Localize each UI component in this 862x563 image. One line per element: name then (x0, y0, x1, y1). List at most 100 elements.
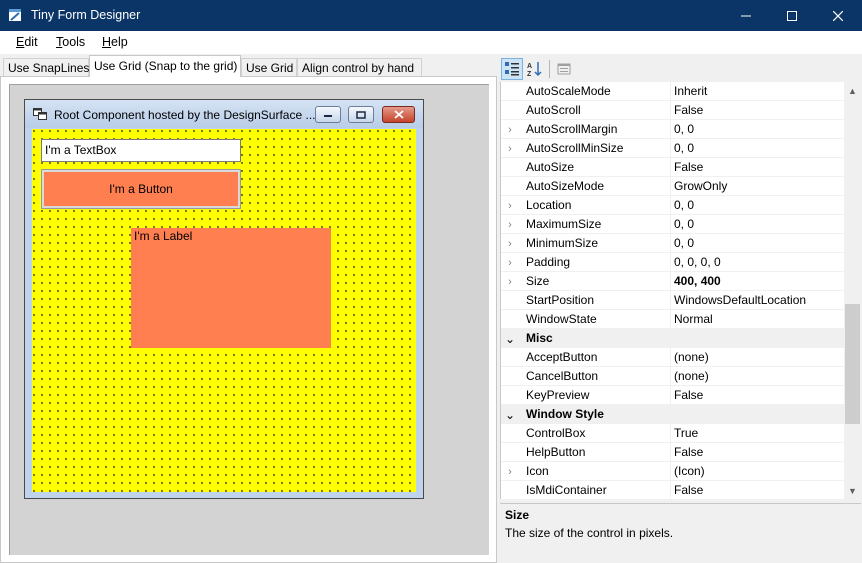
sample-textbox[interactable]: I'm a TextBox (41, 139, 241, 162)
tab-align-by-hand[interactable]: Align control by hand (297, 58, 422, 77)
property-row[interactable]: › MinimumSize 0, 0 (501, 234, 844, 253)
collapse-chevron-icon[interactable]: ⌄ (501, 405, 519, 424)
column-divider[interactable] (670, 234, 671, 253)
minimize-button[interactable] (723, 0, 769, 31)
scroll-down-arrow-icon[interactable]: ▼ (844, 482, 861, 499)
hosted-maximize-button[interactable] (348, 106, 374, 123)
property-row[interactable]: › Icon (Icon) (501, 462, 844, 481)
property-value[interactable]: 0, 0 (674, 198, 694, 212)
tab-use-snaplines[interactable]: Use SnapLines (3, 58, 89, 77)
column-divider[interactable] (670, 139, 671, 158)
tab-use-grid[interactable]: Use Grid (241, 58, 297, 77)
hosted-close-button[interactable] (382, 106, 415, 123)
column-divider[interactable] (670, 291, 671, 310)
column-divider[interactable] (670, 177, 671, 196)
property-value[interactable]: False (674, 483, 703, 497)
property-value[interactable]: 0, 0 (674, 236, 694, 250)
expand-chevron-icon[interactable]: › (501, 139, 519, 158)
tab-use-grid-snap[interactable]: Use Grid (Snap to the grid) (89, 55, 241, 77)
sample-button[interactable]: I'm a Button (41, 169, 241, 209)
property-value[interactable]: WindowsDefaultLocation (674, 293, 806, 307)
menu-help[interactable]: Help (102, 35, 128, 49)
column-divider[interactable] (670, 386, 671, 405)
expand-chevron-icon[interactable]: › (501, 462, 519, 481)
property-row[interactable]: › MaximumSize 0, 0 (501, 215, 844, 234)
property-value[interactable]: False (674, 160, 703, 174)
property-value[interactable]: GrowOnly (674, 179, 727, 193)
property-value[interactable]: Normal (674, 312, 713, 326)
property-row[interactable]: CancelButton (none) (501, 367, 844, 386)
property-value[interactable]: 0, 0 (674, 122, 694, 136)
property-row[interactable]: AutoScaleMode Inherit (501, 82, 844, 101)
property-row[interactable]: AutoScroll False (501, 101, 844, 120)
column-divider[interactable] (670, 101, 671, 120)
column-divider[interactable] (670, 367, 671, 386)
property-category-row[interactable]: ⌄ Window Style (501, 405, 844, 424)
scroll-up-arrow-icon[interactable]: ▲ (844, 82, 861, 99)
column-divider[interactable] (670, 348, 671, 367)
alphabetical-view-button[interactable]: A Z (524, 58, 546, 80)
scrollbar-thumb[interactable] (845, 304, 860, 424)
design-surface[interactable]: Root Component hosted by the DesignSurfa… (9, 84, 489, 555)
property-row[interactable]: KeyPreview False (501, 386, 844, 405)
column-divider[interactable] (670, 82, 671, 101)
collapse-chevron-icon[interactable]: ⌄ (501, 329, 519, 348)
column-divider[interactable] (670, 253, 671, 272)
hosted-minimize-button[interactable] (315, 106, 341, 123)
expand-chevron-icon[interactable]: › (501, 272, 519, 291)
property-value[interactable]: (none) (674, 350, 709, 364)
column-divider[interactable] (670, 215, 671, 234)
expand-chevron-icon[interactable]: › (501, 253, 519, 272)
property-row[interactable]: › Padding 0, 0, 0, 0 (501, 253, 844, 272)
categorized-view-button[interactable] (501, 58, 523, 80)
property-row[interactable]: ControlBox True (501, 424, 844, 443)
property-value[interactable]: 0, 0 (674, 141, 694, 155)
property-row[interactable]: StartPosition WindowsDefaultLocation (501, 291, 844, 310)
expand-chevron-icon[interactable]: › (501, 234, 519, 253)
column-divider[interactable] (670, 272, 671, 291)
property-row[interactable]: › Size 400, 400 (501, 272, 844, 291)
property-value[interactable]: False (674, 103, 703, 117)
column-divider[interactable] (670, 462, 671, 481)
property-row[interactable]: HelpButton False (501, 443, 844, 462)
property-row[interactable]: AutoSize False (501, 158, 844, 177)
menu-edit[interactable]: Edit (16, 35, 38, 49)
menu-tools[interactable]: Tools (56, 35, 85, 49)
property-row[interactable]: › AutoScrollMinSize 0, 0 (501, 139, 844, 158)
sample-label[interactable]: I'm a Label (131, 228, 331, 348)
maximize-button[interactable] (769, 0, 815, 31)
property-row[interactable]: › AutoScrollMargin 0, 0 (501, 120, 844, 139)
property-value[interactable]: 0, 0 (674, 217, 694, 231)
property-row[interactable]: IsMdiContainer False (501, 481, 844, 499)
column-divider[interactable] (670, 443, 671, 462)
expand-chevron-icon[interactable]: › (501, 196, 519, 215)
property-value[interactable]: (Icon) (674, 464, 705, 478)
property-pages-button[interactable] (553, 58, 575, 80)
property-row[interactable]: › Location 0, 0 (501, 196, 844, 215)
column-divider[interactable] (670, 158, 671, 177)
column-divider[interactable] (670, 310, 671, 329)
property-grid-scrollbar[interactable]: ▲ ▼ (844, 82, 861, 499)
property-row[interactable]: WindowState Normal (501, 310, 844, 329)
property-value[interactable]: Inherit (674, 84, 707, 98)
property-row[interactable]: AcceptButton (none) (501, 348, 844, 367)
expand-chevron-icon[interactable]: › (501, 215, 519, 234)
property-value[interactable]: (none) (674, 369, 709, 383)
column-divider[interactable] (670, 424, 671, 443)
column-divider[interactable] (670, 196, 671, 215)
property-category-row[interactable]: ⌄ Misc (501, 329, 844, 348)
property-value[interactable]: 400, 400 (674, 274, 721, 288)
hosted-form-title-bar[interactable]: Root Component hosted by the DesignSurfa… (25, 100, 423, 128)
expand-chevron-icon[interactable]: › (501, 120, 519, 139)
property-grid[interactable]: AutoScaleMode Inherit AutoScroll False › Auto… (500, 82, 844, 499)
close-button[interactable] (815, 0, 861, 31)
hosted-form-client-grid[interactable]: I'm a TextBox I'm a Button I'm a Label (32, 129, 416, 492)
hosted-form[interactable]: Root Component hosted by the DesignSurfa… (24, 99, 424, 499)
column-divider[interactable] (670, 120, 671, 139)
property-value[interactable]: False (674, 388, 703, 402)
property-value[interactable]: True (674, 426, 698, 440)
property-value[interactable]: 0, 0, 0, 0 (674, 255, 721, 269)
property-row[interactable]: AutoSizeMode GrowOnly (501, 177, 844, 196)
column-divider[interactable] (670, 481, 671, 499)
property-value[interactable]: False (674, 445, 703, 459)
